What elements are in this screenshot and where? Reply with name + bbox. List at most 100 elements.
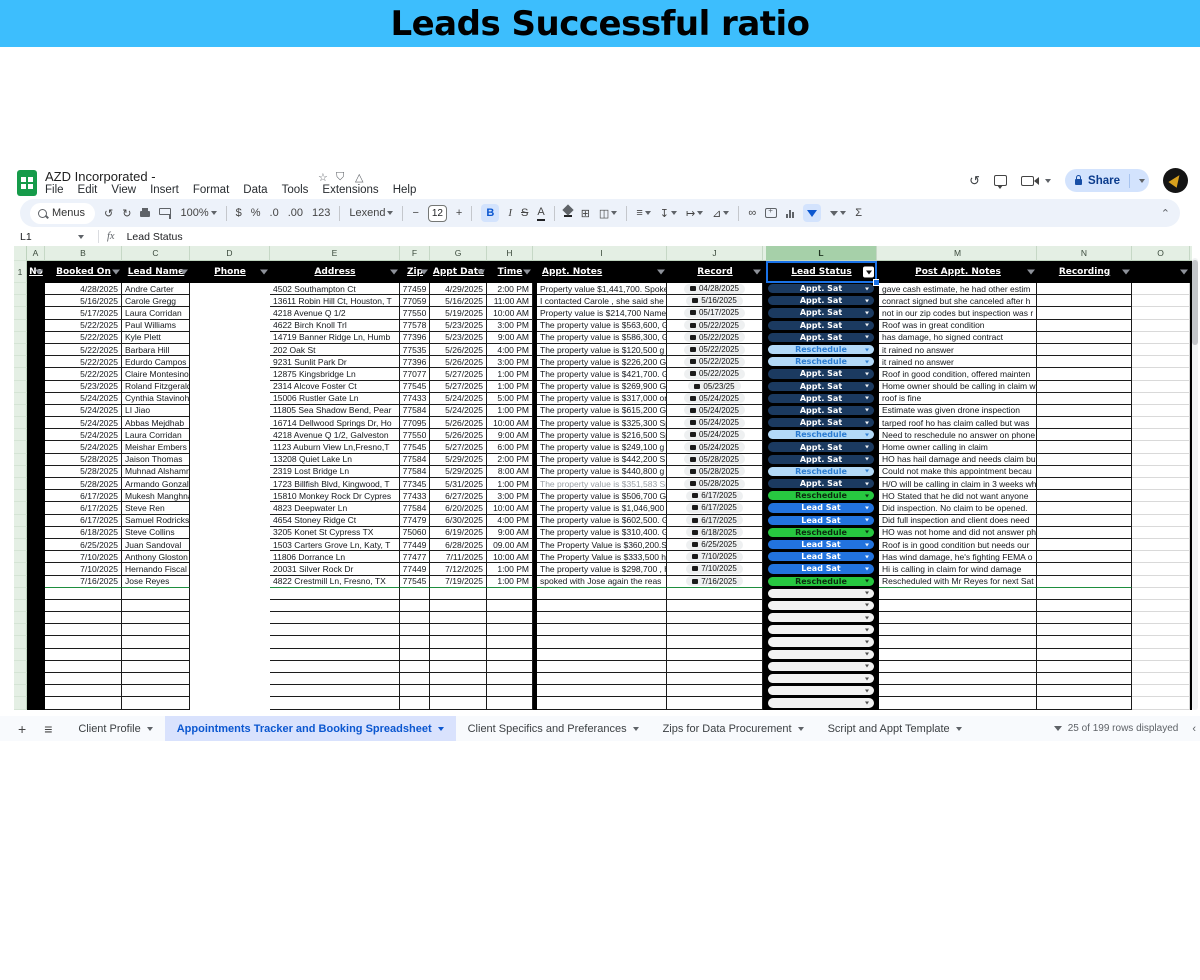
menu-extensions[interactable]: Extensions [322, 184, 378, 196]
cell-G3[interactable]: 5/16/2025 [430, 295, 487, 307]
cell-E14[interactable]: 4218 Avenue Q 1/2, Galveston [270, 429, 400, 441]
filter-dropdown-icon[interactable] [390, 270, 398, 275]
cell-N27[interactable] [1037, 588, 1132, 600]
lead-status-dropdown[interactable]: Appt. Sat [768, 418, 874, 427]
cell-F17[interactable]: 77584 [400, 466, 430, 478]
cell-I34[interactable] [537, 673, 667, 685]
cell-H3[interactable]: 11:00 AM [487, 295, 533, 307]
avatar[interactable] [1163, 168, 1188, 193]
cell-O28[interactable] [1132, 600, 1190, 612]
filter-dropdown-icon[interactable] [35, 270, 43, 275]
cell-A9[interactable] [27, 368, 45, 380]
cell-H34[interactable] [487, 673, 533, 685]
cell-N5[interactable] [1037, 320, 1132, 332]
cell-M31[interactable] [879, 636, 1037, 648]
cell-C5[interactable]: Paul Williams [122, 320, 190, 332]
cell-I14[interactable]: The property value is $216,500 Sp [537, 429, 667, 441]
lead-status-dropdown[interactable]: Appt. Sat [768, 296, 874, 305]
cell-A4[interactable] [27, 307, 45, 319]
cell-O13[interactable] [1132, 417, 1190, 429]
cell-D7[interactable] [190, 344, 270, 356]
cell-N20[interactable] [1037, 502, 1132, 514]
cell-J35[interactable] [667, 685, 763, 697]
cell-G9[interactable]: 5/27/2025 [430, 368, 487, 380]
cell-D8[interactable] [190, 356, 270, 368]
cell-I23[interactable]: The Property Value is $360,200.S [537, 539, 667, 551]
cell-O4[interactable] [1132, 307, 1190, 319]
cell-H16[interactable]: 2:00 PM [487, 454, 533, 466]
cell-O3[interactable] [1132, 295, 1190, 307]
cell-C29[interactable] [122, 612, 190, 624]
cell-A32[interactable] [27, 649, 45, 661]
cell-F2[interactable]: 77459 [400, 283, 430, 295]
cell-A8[interactable] [27, 356, 45, 368]
cell-A28[interactable] [27, 600, 45, 612]
cell-O8[interactable] [1132, 356, 1190, 368]
cell-B18[interactable]: 5/28/2025 [45, 478, 122, 490]
column-header-H[interactable]: Time [487, 261, 533, 283]
record-chip[interactable]: 6/17/2025 [686, 503, 743, 513]
document-title[interactable]: AZD Incorporated - [45, 169, 156, 184]
lead-status-dropdown[interactable]: Appt. Sat [768, 369, 874, 378]
cloud-status-icon[interactable]: △ [355, 171, 363, 184]
lead-status-dropdown[interactable]: Appt. Sat [768, 455, 874, 464]
cell-J9[interactable]: 05/22/2025 [667, 368, 763, 380]
lead-status-dropdown[interactable]: Appt. Sat [768, 284, 874, 293]
text-rotate-button[interactable]: ⊿ [712, 207, 729, 220]
cell-G29[interactable] [430, 612, 487, 624]
cell-M22[interactable]: HO was not home and did not answer ph [879, 527, 1037, 539]
cell-D11[interactable] [190, 393, 270, 405]
cell-J17[interactable]: 05/28/2025 [667, 466, 763, 478]
cell-H32[interactable] [487, 649, 533, 661]
cell-J21[interactable]: 6/17/2025 [667, 515, 763, 527]
cell-M13[interactable]: tarped roof ho has claim called but was [879, 417, 1037, 429]
cell-E2[interactable]: 4502 Southampton Ct [270, 283, 400, 295]
cell-B9[interactable]: 5/22/2025 [45, 368, 122, 380]
cell-E25[interactable]: 20031 Silver Rock Dr [270, 563, 400, 575]
cell-F18[interactable]: 77345 [400, 478, 430, 490]
cell-B36[interactable] [45, 697, 122, 709]
all-sheets-button[interactable]: ≡ [44, 721, 52, 737]
horizontal-align-button[interactable]: ≡ [636, 207, 650, 219]
record-chip[interactable]: 05/24/2025 [684, 393, 745, 403]
cell-E27[interactable] [270, 588, 400, 600]
cell-C16[interactable]: Jaison Thomas [122, 454, 190, 466]
lead-status-dropdown[interactable] [768, 625, 874, 634]
cell-O5[interactable] [1132, 320, 1190, 332]
cell-C20[interactable]: Steve Ren [122, 502, 190, 514]
column-letter-F[interactable]: F [400, 246, 430, 261]
cell-A7[interactable] [27, 344, 45, 356]
cell-N13[interactable] [1037, 417, 1132, 429]
cell-J28[interactable] [667, 600, 763, 612]
cell-E6[interactable]: 14719 Banner Ridge Ln, Humb [270, 332, 400, 344]
cell-F11[interactable]: 77433 [400, 393, 430, 405]
menu-format[interactable]: Format [193, 184, 229, 196]
cell-C10[interactable]: Roland Fitzgerald [122, 381, 190, 393]
cell-M24[interactable]: Has wind damage, he's fighting FEMA o [879, 551, 1037, 563]
cell-A30[interactable] [27, 624, 45, 636]
cell-H33[interactable] [487, 661, 533, 673]
cell-J33[interactable] [667, 661, 763, 673]
filter-dropdown-icon[interactable] [1122, 270, 1130, 275]
cell-H24[interactable]: 10:00 AM [487, 551, 533, 563]
cell-F20[interactable]: 77584 [400, 502, 430, 514]
cell-G21[interactable]: 6/30/2025 [430, 515, 487, 527]
cell-L11[interactable]: Appt. Sat [766, 393, 877, 405]
cell-F9[interactable]: 77077 [400, 368, 430, 380]
cell-N33[interactable] [1037, 661, 1132, 673]
column-letter-G[interactable]: G [430, 246, 487, 261]
cell-L20[interactable]: Lead Sat [766, 502, 877, 514]
cell-N24[interactable] [1037, 551, 1132, 563]
cell-C6[interactable]: Kyle Plett [122, 332, 190, 344]
cell-J36[interactable] [667, 697, 763, 709]
share-button[interactable]: Share [1065, 169, 1149, 192]
paint-format-button[interactable] [159, 212, 171, 215]
cell-C17[interactable]: Muhnad Alshammari [122, 466, 190, 478]
cell-E9[interactable]: 12875 Kingsbridge Ln [270, 368, 400, 380]
cell-A29[interactable] [27, 612, 45, 624]
menu-edit[interactable]: Edit [78, 184, 98, 196]
cell-L28[interactable] [766, 600, 877, 612]
cell-A19[interactable] [27, 490, 45, 502]
cell-L34[interactable] [766, 673, 877, 685]
strikethrough-button[interactable]: S [521, 207, 528, 219]
